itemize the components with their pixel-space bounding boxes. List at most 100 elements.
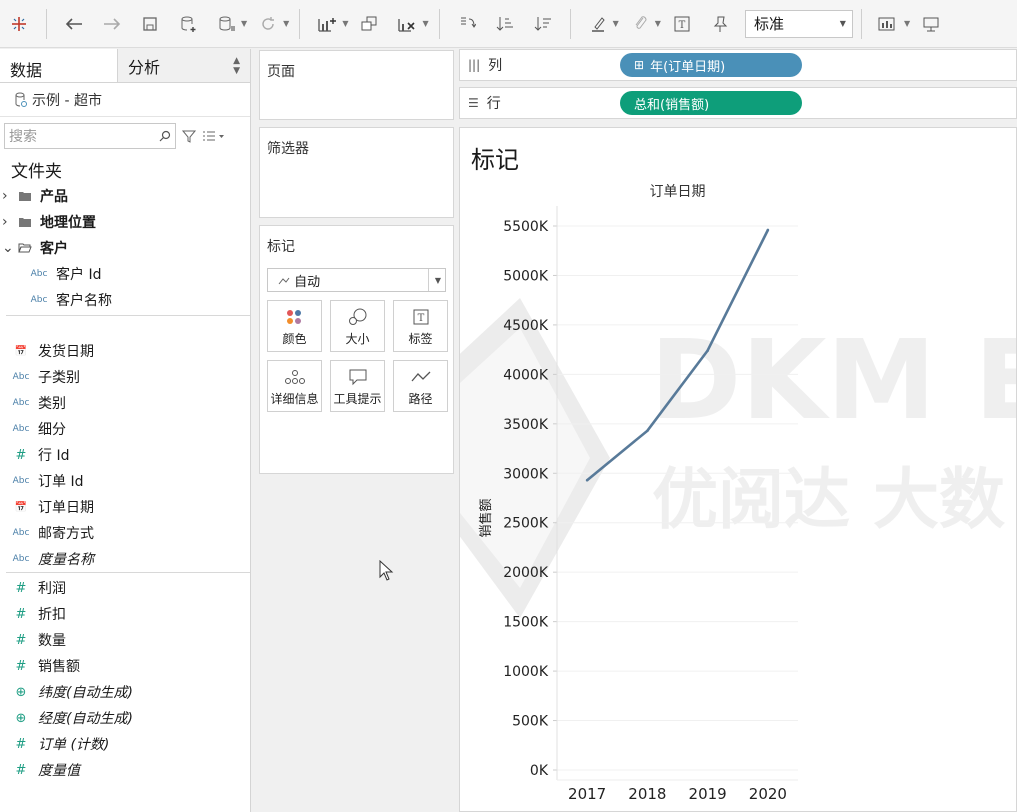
field-item[interactable]: Abc 度量名称 <box>0 546 250 572</box>
field-item[interactable]: Abc 客户名称 <box>0 287 250 313</box>
pause-datasource-icon[interactable] <box>211 9 241 39</box>
field-item[interactable]: # 度量值 <box>0 757 250 783</box>
group-caret[interactable]: ▼ <box>655 19 661 28</box>
folder-label: 地理位置 <box>40 215 96 231</box>
search-input[interactable]: 搜索 <box>4 123 176 149</box>
highlight-caret[interactable]: ▼ <box>613 19 619 28</box>
pages-card[interactable]: 页面 <box>259 50 454 120</box>
field-item[interactable]: 📅 发货日期 <box>0 338 250 364</box>
refresh-dropdown-caret[interactable]: ▼ <box>283 19 289 28</box>
field-item[interactable]: ⊕ 经度(自动生成) <box>0 705 250 731</box>
chevron-down-icon[interactable]: ⌄ <box>2 240 14 256</box>
columns-shelf[interactable]: ||| 列 ⊞ 年(订单日期) <box>459 49 1017 81</box>
date-type-icon: 📅 <box>14 345 28 357</box>
datasource-name: 示例 - 超市 <box>32 92 102 109</box>
presentation-mode-icon[interactable] <box>916 9 946 39</box>
columns-pill[interactable]: ⊞ 年(订单日期) <box>620 53 802 77</box>
field-item[interactable]: # 利润 <box>0 575 250 601</box>
y-tick-label: 1000K <box>503 664 549 680</box>
mark-type-select[interactable]: 自动 ▼ <box>267 268 446 292</box>
new-datasource-icon[interactable] <box>173 9 203 39</box>
folder-item[interactable]: › 地理位置 <box>0 209 250 235</box>
filter-icon[interactable] <box>182 129 196 143</box>
new-worksheet-icon[interactable] <box>312 9 342 39</box>
color-button[interactable]: 颜色 <box>267 300 322 352</box>
line-chart[interactable]: 订单日期 0K 500K 1000K 1500K 2000K 2500K 3000K 3500K… <box>460 128 1017 812</box>
tab-data[interactable]: 数据 <box>0 49 118 82</box>
datasource-icon <box>15 92 27 107</box>
rows-pill[interactable]: 总和(销售额) <box>620 91 802 115</box>
filters-card[interactable]: 筛选器 <box>259 127 454 218</box>
undo-icon[interactable] <box>59 9 89 39</box>
chevron-right-icon[interactable]: › <box>2 188 14 204</box>
rows-shelf[interactable]: ☰ 行 总和(销售额) <box>459 87 1017 119</box>
refresh-icon[interactable] <box>253 9 283 39</box>
pin-axes-icon[interactable] <box>705 9 735 39</box>
show-me-caret[interactable]: ▼ <box>904 19 910 28</box>
field-item[interactable]: # 行 Id <box>0 442 250 468</box>
sort-descending-icon[interactable] <box>528 9 558 39</box>
field-item[interactable]: # 折扣 <box>0 601 250 627</box>
tooltip-button[interactable]: 工具提示 <box>330 360 385 412</box>
rows-pill-label: 总和(销售额) <box>634 97 710 113</box>
field-item[interactable]: Abc 客户 Id <box>0 261 250 287</box>
field-item[interactable]: 📅 订单日期 <box>0 494 250 520</box>
field-label: 利润 <box>38 581 66 597</box>
number-type-icon: # <box>15 736 27 752</box>
duplicate-sheet-icon[interactable] <box>354 9 384 39</box>
chevron-down-icon: ▼ <box>427 269 441 291</box>
fit-select[interactable]: 标准 ▼ <box>744 9 853 38</box>
y-tick-label: 3500K <box>503 417 549 433</box>
size-icon <box>347 306 369 328</box>
date-type-icon: 📅 <box>14 501 28 513</box>
number-type-icon: # <box>15 658 27 674</box>
clear-sheet-caret[interactable]: ▼ <box>422 19 428 28</box>
pages-card-title: 页面 <box>267 64 295 80</box>
y-tick-label: 5500K <box>503 219 549 235</box>
show-mark-labels-icon[interactable]: T <box>667 9 697 39</box>
view-options-icon[interactable] <box>202 130 224 142</box>
field-label: 纬度(自动生成) <box>38 685 133 701</box>
tab-analytics[interactable]: 分析 ▲ ▼ <box>118 49 250 82</box>
datasource-item[interactable]: 示例 - 超市 <box>0 83 250 117</box>
folder-item[interactable]: ⌄ 客户 <box>0 235 250 261</box>
new-worksheet-caret[interactable]: ▼ <box>342 19 348 28</box>
label-icon: T <box>412 306 430 328</box>
folder-item[interactable]: › 产品 <box>0 183 250 209</box>
chart-title: 订单日期 <box>650 184 706 200</box>
sort-ascending-icon[interactable] <box>490 9 520 39</box>
field-item[interactable]: # 订单 (计数) <box>0 731 250 757</box>
field-item[interactable]: ⊕ 纬度(自动生成) <box>0 679 250 705</box>
tableau-logo-icon[interactable] <box>4 9 34 39</box>
number-type-icon: # <box>15 632 27 648</box>
field-label: 订单 Id <box>38 474 84 490</box>
label-button[interactable]: T 标签 <box>393 300 448 352</box>
detail-button[interactable]: 详细信息 <box>267 360 322 412</box>
string-type-icon: Abc <box>12 398 30 408</box>
field-item[interactable]: Abc 细分 <box>0 416 250 442</box>
swap-rows-columns-icon[interactable] <box>452 9 482 39</box>
clear-sheet-icon[interactable] <box>392 9 422 39</box>
pause-dropdown-caret[interactable]: ▼ <box>241 19 247 28</box>
field-item[interactable]: Abc 类别 <box>0 390 250 416</box>
group-members-icon[interactable] <box>625 9 655 39</box>
save-icon[interactable] <box>135 9 165 39</box>
field-item[interactable]: # 数量 <box>0 627 250 653</box>
data-point <box>646 429 649 433</box>
field-item[interactable]: Abc 子类别 <box>0 364 250 390</box>
size-button[interactable]: 大小 <box>330 300 385 352</box>
chevron-right-icon[interactable]: › <box>2 214 14 230</box>
show-me-icon[interactable] <box>874 9 904 39</box>
field-item[interactable]: Abc 邮寄方式 <box>0 520 250 546</box>
data-point <box>766 228 770 232</box>
field-item[interactable]: Abc 订单 Id <box>0 468 250 494</box>
field-label: 订单 (计数) <box>38 737 110 753</box>
number-type-icon: # <box>15 762 27 778</box>
field-label: 经度(自动生成) <box>38 711 133 727</box>
field-label: 度量值 <box>38 763 80 779</box>
field-item[interactable]: # 销售额 <box>0 653 250 679</box>
highlight-icon[interactable] <box>583 9 613 39</box>
redo-icon[interactable] <box>97 9 127 39</box>
path-button[interactable]: 路径 <box>393 360 448 412</box>
tooltip-icon <box>348 366 368 388</box>
